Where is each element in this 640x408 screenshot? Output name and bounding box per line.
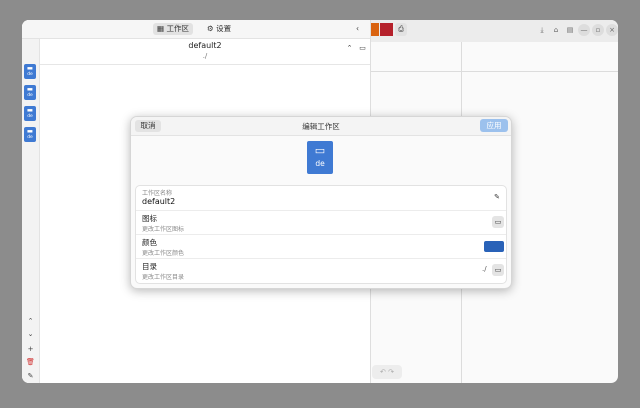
folder-icon: ▬	[26, 127, 34, 135]
workspace-preview-label: de	[315, 159, 325, 168]
workspace-item[interactable]: ▬ de	[24, 106, 36, 121]
directory-row-label: 目录	[142, 262, 157, 271]
workspace-icon: ▦	[157, 24, 165, 33]
dialog-header: 取消 编辑工作区 应用	[131, 117, 511, 136]
delete-workspace-button[interactable]: 🗑	[25, 357, 36, 368]
chevron-left-icon: ‹	[356, 24, 359, 33]
folder-icon: ▬	[26, 106, 34, 114]
color-row[interactable]: 颜色 更改工作区颜色	[136, 234, 506, 259]
directory-value: ./	[482, 265, 487, 273]
download-icon[interactable]: ⤓	[536, 24, 548, 36]
edit-workspace-button[interactable]: ✎	[25, 371, 36, 382]
directory-row-subtitle: 更改工作区目录	[142, 274, 185, 281]
workspace-item[interactable]: ▬ de	[24, 64, 36, 79]
icon-row-label: 图标	[142, 214, 157, 223]
color-row-subtitle: 更改工作区颜色	[142, 250, 185, 257]
move-up-button[interactable]: ⌃	[25, 316, 36, 327]
sheet-header: default2 ./ ⌃ ▭	[40, 39, 370, 65]
icon-row-subtitle: 更改工作区图标	[142, 226, 185, 233]
undo-redo-buttons[interactable]: ↶ ↷	[372, 365, 402, 379]
directory-row[interactable]: 目录 更改工作区目录 ./ ▭	[136, 258, 506, 282]
workspace-item[interactable]: ▬ de	[24, 85, 36, 100]
apply-button[interactable]: 应用	[480, 119, 508, 132]
workspace-item[interactable]: ▬ de	[24, 127, 36, 142]
tab-workspaces[interactable]: ▦ 工作区	[153, 23, 193, 35]
sheet-title: default2	[188, 41, 222, 50]
canvas-grid-line	[370, 71, 618, 72]
folder-icon: ▭	[314, 144, 326, 157]
color-swatch[interactable]	[380, 23, 393, 36]
menu-icon[interactable]: ▤	[564, 24, 576, 36]
name-row[interactable]: 工作区名称 default2 ✎	[136, 186, 506, 211]
name-field-label: 工作区名称	[142, 190, 173, 197]
dialog-title: 编辑工作区	[302, 122, 340, 131]
open-folder-icon[interactable]: ▭	[357, 43, 368, 54]
folder-icon: ▬	[26, 64, 34, 72]
folder-icon[interactable]: ▭	[492, 216, 504, 228]
close-window-button[interactable]: ×	[606, 24, 618, 36]
edit-workspace-dialog: 取消 编辑工作区 应用 ▭ de 工作区名称 default2 ✎ 图标 更改工…	[130, 116, 512, 289]
home-icon[interactable]: ⌂	[550, 24, 562, 36]
workspace-strip: ▬ de ▬ de ▬ de ▬ de ⌃ ⌄ + 🗑 ✎	[22, 39, 40, 383]
workspace-preview: ▭ de	[307, 141, 333, 174]
gear-icon: ⚙	[207, 24, 214, 33]
move-down-button[interactable]: ⌄	[25, 329, 36, 340]
print-icon[interactable]: ⎙	[395, 23, 407, 36]
minimize-button[interactable]: —	[578, 24, 590, 36]
chevron-up-icon[interactable]: ⌃	[344, 43, 355, 54]
color-swatch-button[interactable]	[484, 241, 504, 252]
icon-row[interactable]: 图标 更改工作区图标 ▭	[136, 210, 506, 235]
tab-workspaces-label: 工作区	[166, 24, 189, 33]
sheet-path: ./	[202, 52, 208, 60]
color-row-label: 颜色	[142, 238, 157, 247]
settings-list: 工作区名称 default2 ✎ 图标 更改工作区图标 ▭ 颜色 更改工作区颜色…	[135, 185, 507, 284]
sidebar-tabs: ▦ 工作区 ⚙ 设置 ‹	[22, 20, 370, 39]
tab-settings[interactable]: ⚙ 设置	[203, 23, 235, 35]
open-folder-icon[interactable]: ▭	[492, 264, 504, 276]
folder-icon: ▬	[26, 85, 34, 93]
pencil-icon[interactable]: ✎	[492, 192, 502, 202]
maximize-button[interactable]: ▫	[592, 24, 604, 36]
collapse-sidebar-button[interactable]: ‹	[356, 23, 359, 35]
workspace-name-input[interactable]: default2	[142, 197, 175, 206]
tab-settings-label: 设置	[216, 24, 232, 33]
add-workspace-button[interactable]: +	[25, 344, 36, 355]
